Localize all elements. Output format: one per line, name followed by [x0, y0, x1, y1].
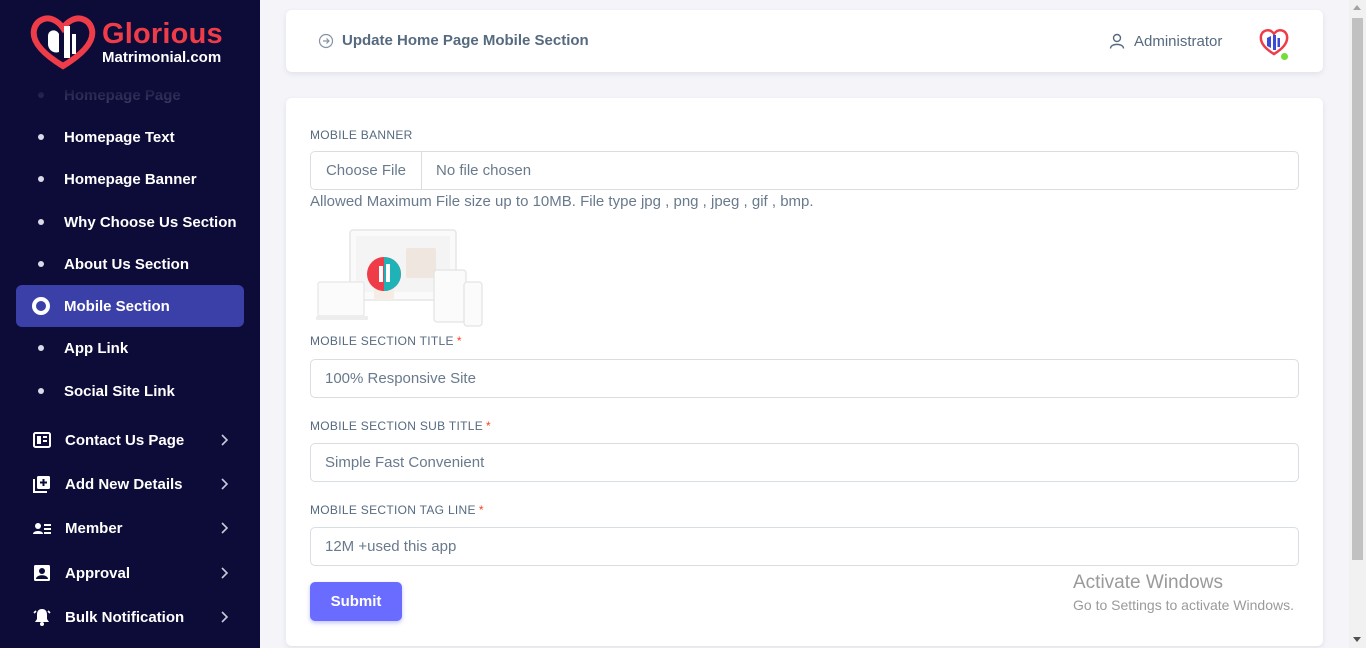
page-header: Update Home Page Mobile Section Administ… [286, 10, 1323, 72]
mobile-section-tagline-input[interactable]: 12M +used this app [310, 527, 1299, 566]
sidebar-item-label: Contact Us Page [65, 431, 185, 449]
title-label: MOBILE SECTION TITLE * [310, 334, 462, 348]
sidebar-item-add-new-details[interactable]: Add New Details [16, 463, 244, 505]
brand-domain: Matrimonial.com [102, 48, 222, 66]
file-help-text: Allowed Maximum File size up to 10MB. Fi… [310, 193, 814, 210]
logo-heart-icon [30, 15, 96, 70]
brand-logo[interactable]: Glorious Matrimonial.com [30, 14, 223, 70]
watermark-title: Activate Windows [1073, 572, 1223, 593]
submit-button[interactable]: Submit [310, 582, 402, 621]
sidebar-item-homepage-banner[interactable]: Homepage Banner [16, 158, 244, 200]
sidebar-item-label: About Us Section [64, 255, 190, 273]
sidebar-item-label: Approval [65, 564, 131, 582]
required-mark: * [478, 503, 484, 517]
sidebar-item-label: Add New Details [65, 475, 183, 493]
required-mark: * [486, 419, 491, 433]
chevron-right-icon [221, 478, 229, 490]
approval-icon [34, 565, 50, 581]
bullet-icon [38, 388, 44, 394]
sidebar-item-label: Homepage Banner [64, 170, 197, 188]
chevron-right-icon [221, 567, 229, 579]
bullet-icon [38, 134, 44, 140]
mobile-section-subtitle-input[interactable]: Simple Fast Convenient [310, 443, 1299, 482]
required-mark: * [456, 334, 462, 348]
chevron-right-icon [221, 434, 229, 446]
sidebar-item-label: Why Choose Us Section [64, 213, 237, 231]
chevron-right-icon [221, 522, 229, 534]
bell-icon [33, 609, 51, 626]
mobile-banner-file-input[interactable]: Choose File No file chosen [310, 151, 1299, 190]
member-icon [33, 523, 51, 534]
watermark-subtitle: Go to Settings to activate Windows. [1073, 597, 1294, 613]
scroll-up-arrow-icon[interactable] [1353, 5, 1361, 10]
choose-file-button[interactable]: Choose File [311, 152, 422, 189]
bullet-icon [38, 345, 44, 351]
sidebar-item-label: Homepage Page [64, 86, 181, 104]
sidebar-item-label: Member [65, 519, 123, 537]
sidebar: Glorious Matrimonial.com Homepage Page H… [0, 0, 260, 648]
sidebar-item-app-link[interactable]: App Link [16, 327, 244, 369]
sidebar-item-bulk-notification[interactable]: Bulk Notification [16, 596, 244, 638]
mobile-section-form: MOBILE BANNER Choose File No file chosen… [286, 98, 1323, 646]
active-ring-icon [32, 297, 50, 315]
user-icon [1109, 33, 1125, 49]
mobile-banner-label: MOBILE BANNER [310, 128, 413, 142]
sidebar-item-social-site-link[interactable]: Social Site Link [16, 370, 244, 412]
sidebar-item-label: App Link [64, 339, 129, 357]
scroll-down-arrow-icon[interactable] [1353, 637, 1361, 642]
arrow-circle-right-icon [318, 33, 334, 49]
bullet-icon [38, 92, 44, 98]
page-scrollbar[interactable] [1349, 0, 1366, 648]
scrollbar-thumb[interactable] [1352, 18, 1363, 560]
bullet-icon [38, 219, 44, 225]
online-status-dot [1280, 52, 1289, 61]
mobile-section-title-input[interactable]: 100% Responsive Site [310, 359, 1299, 398]
sidebar-item-contact-us-page[interactable]: Contact Us Page [16, 419, 244, 461]
banner-preview-image [316, 229, 483, 327]
contact-page-icon [33, 432, 51, 448]
user-name[interactable]: Administrator [1134, 33, 1222, 50]
sidebar-item-mobile-section[interactable]: Mobile Section [16, 285, 244, 327]
sidebar-item-about-us[interactable]: About Us Section [16, 243, 244, 285]
sidebar-item-homepage-text[interactable]: Homepage Text [16, 116, 244, 158]
chevron-right-icon [221, 611, 229, 623]
bullet-icon [38, 176, 44, 182]
brand-name: Glorious [102, 17, 223, 50]
file-status-text: No file chosen [436, 162, 532, 179]
page-title: Update Home Page Mobile Section [342, 32, 589, 49]
sidebar-item-label: Mobile Section [64, 297, 170, 315]
sidebar-item-approval[interactable]: Approval [16, 552, 244, 594]
sidebar-item-label: Homepage Text [64, 128, 175, 146]
sidebar-item-member[interactable]: Member [16, 507, 244, 549]
windows-activation-watermark: Activate Windows Go to Settings to activ… [1073, 572, 1294, 613]
sidebar-item-label: Bulk Notification [65, 608, 185, 626]
subtitle-label: MOBILE SECTION SUB TITLE * [310, 419, 491, 433]
bullet-icon [38, 261, 44, 267]
sidebar-item-homepage-page[interactable]: Homepage Page [16, 74, 244, 116]
add-details-icon [33, 476, 50, 493]
sidebar-item-label: Social Site Link [64, 382, 175, 400]
tagline-label: MOBILE SECTION TAG LINE * [310, 503, 484, 517]
sidebar-item-why-choose-us[interactable]: Why Choose Us Section [16, 201, 244, 243]
